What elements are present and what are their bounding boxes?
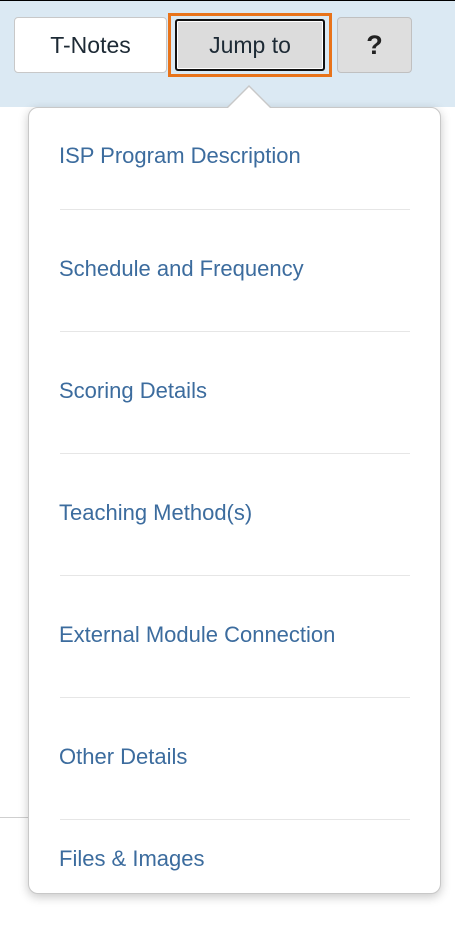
menu-divider xyxy=(60,575,410,576)
menu-item-scoring-details[interactable]: Scoring Details xyxy=(29,341,440,441)
menu-divider xyxy=(60,453,410,454)
menu-item-isp-program-description[interactable]: ISP Program Description xyxy=(29,106,440,206)
jump-to-dropdown: ISP Program Description Schedule and Fre… xyxy=(28,107,441,894)
jump-to-button-label: Jump to xyxy=(209,31,291,58)
menu-item-label: Schedule and Frequency xyxy=(59,256,304,281)
top-border xyxy=(0,0,455,1)
menu-item-teaching-methods[interactable]: Teaching Method(s) xyxy=(29,463,440,563)
menu-divider xyxy=(60,209,410,210)
tnotes-button-label: T-Notes xyxy=(50,31,131,58)
help-icon: ? xyxy=(366,29,383,60)
tnotes-button[interactable]: T-Notes xyxy=(14,17,167,73)
help-button[interactable]: ? xyxy=(337,17,412,73)
menu-item-external-module-connection[interactable]: External Module Connection xyxy=(29,585,440,685)
menu-item-label: Scoring Details xyxy=(59,378,207,403)
jump-to-button[interactable]: Jump to xyxy=(175,19,325,71)
menu-divider xyxy=(60,697,410,698)
menu-item-files-and-images[interactable]: Files & Images xyxy=(29,829,440,889)
menu-item-other-details[interactable]: Other Details xyxy=(29,707,440,807)
menu-divider xyxy=(60,331,410,332)
menu-divider xyxy=(60,819,410,820)
menu-item-label: Other Details xyxy=(59,744,188,769)
dropdown-caret-fill xyxy=(228,87,270,108)
menu-item-label: Teaching Method(s) xyxy=(59,500,253,525)
menu-item-label: Files & Images xyxy=(59,846,205,871)
page: T-Notes Jump to ? ISP Program Descriptio… xyxy=(0,0,455,925)
menu-item-schedule-and-frequency[interactable]: Schedule and Frequency xyxy=(29,219,440,319)
menu-item-label: External Module Connection xyxy=(59,622,336,647)
menu-item-label: ISP Program Description xyxy=(59,143,301,168)
